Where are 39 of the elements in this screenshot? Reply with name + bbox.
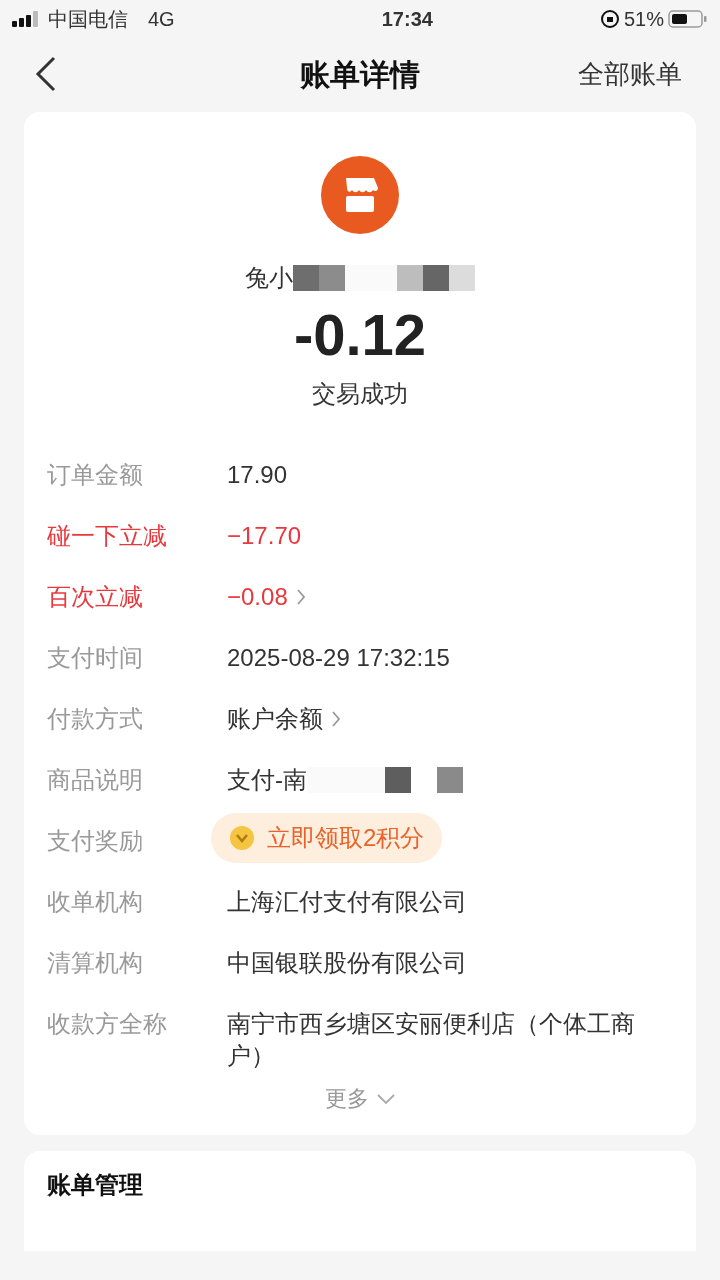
field-label: 支付奖励	[47, 826, 144, 856]
field-value: 支付-南	[227, 765, 307, 795]
field-value: 账户余额	[227, 704, 323, 734]
field-value: −0.08	[227, 582, 288, 612]
field-value: 17.90	[227, 460, 288, 490]
field-label: 百次立减	[47, 582, 144, 612]
chevron-right-icon	[331, 710, 341, 728]
field-label: 收款方全称	[47, 1009, 168, 1039]
rotation-lock-icon	[599, 9, 620, 29]
field-label: 清算机构	[47, 948, 144, 978]
status-time: 17:34	[380, 7, 433, 32]
section-title: 账单管理	[47, 1171, 143, 1198]
field-value: 中国银联股份有限公司	[227, 948, 467, 978]
chevron-right-icon	[295, 588, 306, 606]
field-value: 2025-08-29 17:32:15	[227, 643, 450, 673]
carrier-name: 中国电信	[48, 7, 128, 32]
chevron-down-icon	[377, 1093, 395, 1104]
field-label: 收单机构	[47, 887, 144, 917]
reward-button[interactable]: 立即领取2积分	[211, 813, 443, 863]
network-type: 4G	[148, 7, 175, 32]
field-label: 支付时间	[47, 643, 144, 673]
coin-icon	[229, 825, 255, 851]
field-label: 商品说明	[47, 765, 144, 795]
merchant-name: 兔小	[245, 263, 293, 293]
more-button[interactable]: 更多	[325, 1082, 395, 1115]
amount: -0.12	[293, 302, 427, 368]
field-value: −17.70	[227, 521, 302, 551]
all-bills-link[interactable]: 全部账单	[578, 54, 682, 94]
field-label: 订单金额	[47, 460, 144, 490]
signal-icon	[12, 11, 40, 27]
battery-icon	[668, 9, 708, 29]
transaction-status: 交易成功	[312, 379, 408, 409]
battery-percent: 51%	[623, 7, 664, 32]
field-value: 上海汇付支付有限公司	[227, 887, 467, 917]
page-title: 账单详情	[300, 56, 420, 93]
field-label: 碰一下立减	[47, 521, 168, 551]
field-label: 付款方式	[47, 704, 144, 734]
back-button[interactable]	[34, 56, 58, 92]
field-value: 南宁市西乡塘区安丽便利店（个体工商户）	[227, 1009, 636, 1071]
